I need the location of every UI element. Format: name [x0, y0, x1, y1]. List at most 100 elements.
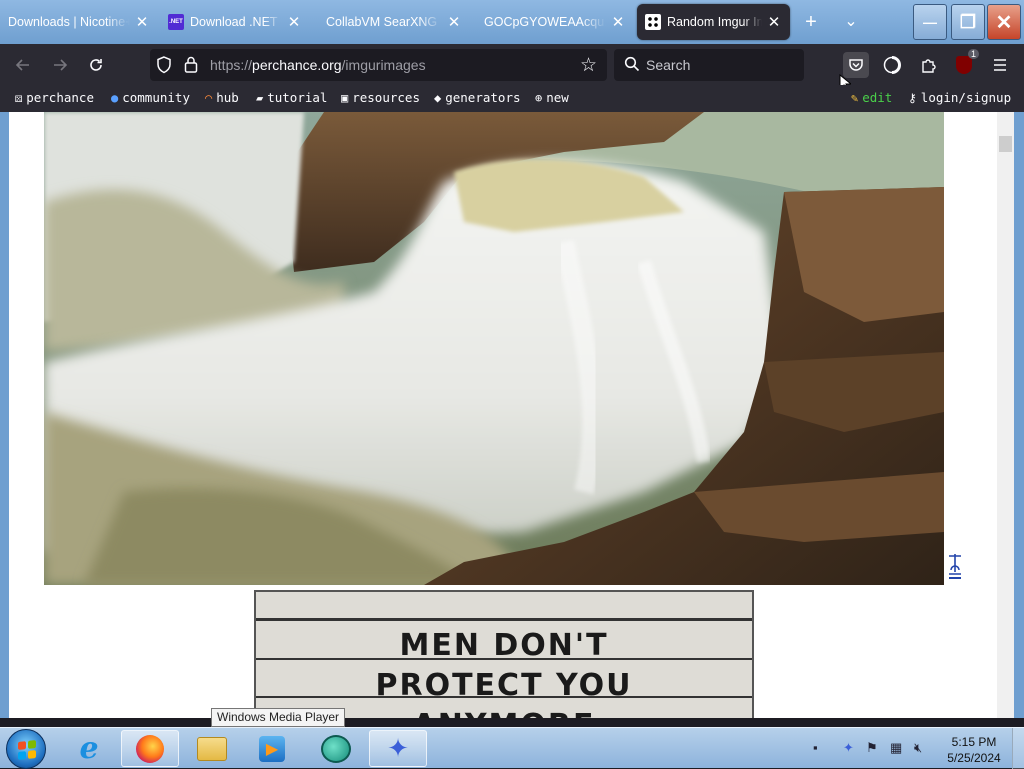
taskbar-file-explorer[interactable]	[183, 730, 241, 767]
tab-nicotine[interactable]: Downloads | Nicotine+ ✕	[0, 4, 158, 40]
scrollbar-thumb[interactable]	[999, 136, 1012, 152]
bookmark-star-icon[interactable]: ☆	[580, 54, 597, 77]
tab-random-imgur[interactable]: Random Imgur Im ✕	[637, 4, 790, 40]
marquee-sign-image[interactable]: MEN DON'T PROTECT YOU ANYMORE	[254, 590, 754, 718]
tab-close-icon[interactable]: ✕	[286, 13, 302, 31]
tag-icon: ◆	[434, 90, 442, 105]
list-all-tabs-button[interactable]: ⌄	[839, 10, 863, 34]
bookmarks-toolbar: ⚄ perchance ● community ◠ hub ▰ tutorial ▣ re…	[0, 85, 1024, 112]
show-desktop-button[interactable]	[1012, 728, 1024, 769]
app-menu-button[interactable]	[987, 52, 1013, 78]
perchance-dice-icon	[645, 14, 661, 30]
firefox-icon	[136, 734, 164, 763]
new-tab-button[interactable]: +	[799, 10, 823, 34]
tab-title: CollabVM SearXNG	[326, 15, 438, 29]
tab-title: Download .NET Fra	[190, 15, 282, 29]
bookmark-perchance[interactable]: ⚄ perchance	[15, 90, 94, 105]
bookmark-tutorial[interactable]: ▰ tutorial	[256, 90, 327, 105]
waterfall-image[interactable]	[44, 112, 944, 585]
tab-searxng[interactable]: CollabVM SearXNG ✕	[318, 4, 470, 40]
url-path: /imgurimages	[341, 57, 426, 73]
page-content: MEN DON'T PROTECT YOU ANYMORE	[9, 112, 997, 718]
scale-icon[interactable]	[944, 552, 966, 582]
ublock-icon	[956, 56, 972, 74]
arrow-right-icon	[54, 59, 68, 71]
network-icon[interactable]: ▦	[890, 740, 902, 756]
window-frame-right	[1014, 112, 1024, 718]
tab-title: Downloads | Nicotine+	[8, 15, 130, 29]
dotnet-icon: .NET	[168, 14, 184, 30]
bookmark-label: resources	[352, 90, 420, 105]
taskbar-tooltip: Windows Media Player	[211, 708, 346, 727]
rainbow-icon: ◠	[205, 90, 213, 105]
usb-icon[interactable]: ▪	[813, 740, 818, 755]
url-host: perchance.org	[252, 57, 342, 73]
search-bar[interactable]: Search	[614, 49, 804, 81]
internet-explorer-icon: e	[79, 731, 99, 766]
chat-bubble-icon	[321, 734, 351, 763]
clock-date: 5/25/2024	[947, 751, 1001, 765]
puzzle-icon	[921, 58, 936, 73]
login-signup-link[interactable]: ⚷ login/signup	[908, 90, 1011, 105]
taskbar-internet-explorer[interactable]: e	[60, 730, 118, 767]
forward-button[interactable]	[47, 52, 73, 78]
edit-label: edit	[862, 90, 893, 105]
tab-title: Random Imgur Im	[667, 15, 762, 29]
hamburger-menu-icon	[994, 59, 1006, 71]
close-icon: ✕	[995, 11, 1013, 34]
sync-button[interactable]	[879, 52, 905, 78]
pocket-icon	[849, 59, 863, 71]
bookmark-community[interactable]: ● community	[111, 90, 190, 105]
taskbar-bird-app[interactable]: ✦	[369, 730, 427, 767]
tab-close-icon[interactable]: ✕	[766, 13, 782, 31]
pencil-icon: ✎	[851, 90, 859, 105]
system-clock[interactable]: 5:15 PM 5/25/2024	[940, 734, 1008, 766]
reload-button[interactable]	[83, 52, 109, 78]
maximize-button[interactable]: ❐	[951, 4, 985, 40]
bookmark-hub[interactable]: ◠ hub	[205, 90, 239, 105]
edit-link[interactable]: ✎ edit	[851, 90, 892, 105]
close-window-button[interactable]: ✕	[987, 4, 1021, 40]
tab-title: GOCpGYOWEAAcqu.j	[484, 15, 606, 29]
taskbar-firefox[interactable]	[121, 730, 179, 767]
tab-dotnet[interactable]: .NET Download .NET Fra ✕	[160, 4, 310, 40]
tab-close-icon[interactable]: ✕	[134, 13, 150, 31]
bird-tray-icon[interactable]: ✦	[843, 740, 854, 756]
windows-logo-icon	[18, 740, 36, 760]
search-placeholder: Search	[646, 57, 691, 73]
account-circle-icon	[883, 56, 901, 74]
tab-close-icon[interactable]: ✕	[610, 13, 626, 31]
search-icon	[624, 56, 640, 77]
url-bar[interactable]: https://perchance.org/imgurimages ☆	[150, 49, 607, 81]
ublock-button[interactable]: 1	[951, 49, 979, 78]
restore-icon: ❐	[959, 11, 977, 32]
key-icon: ⚷	[908, 90, 917, 105]
tab-strip: Downloads | Nicotine+ ✕ .NET Download .N…	[0, 0, 1024, 44]
action-center-flag-icon[interactable]: ⚑	[866, 740, 878, 756]
start-button[interactable]	[6, 729, 46, 769]
lock-icon[interactable]	[184, 56, 198, 78]
tab-image[interactable]: GOCpGYOWEAAcqu.j ✕	[476, 4, 634, 40]
extensions-button[interactable]	[915, 52, 941, 78]
folder-icon	[197, 736, 227, 761]
login-label: login/signup	[920, 90, 1012, 105]
taskbar-chat-app[interactable]	[307, 730, 365, 767]
navigation-toolbar: https://perchance.org/imgurimages ☆ Sear…	[0, 44, 1024, 92]
shield-icon[interactable]	[156, 56, 172, 79]
url-scheme: https://	[210, 57, 253, 73]
minimize-button[interactable]: —	[913, 4, 947, 40]
sign-line-1: MEN DON'T	[399, 628, 609, 663]
extension-badge: 1	[967, 49, 979, 59]
clock-time: 5:15 PM	[951, 735, 997, 749]
bookmark-resources[interactable]: ▣ resources	[341, 90, 420, 105]
tab-close-icon[interactable]: ✕	[446, 13, 462, 31]
bookmark-generators[interactable]: ◆ generators	[434, 90, 521, 105]
media-player-icon: ▶	[259, 735, 285, 762]
volume-muted-icon[interactable]: 🔇︎	[914, 740, 922, 756]
bookmark-new[interactable]: ⊕ new	[535, 90, 569, 105]
window-frame-left	[0, 112, 9, 718]
vertical-scrollbar[interactable]	[997, 112, 1014, 718]
back-button[interactable]	[10, 52, 36, 78]
bookmark-label: community	[122, 90, 190, 105]
taskbar-windows-media-player[interactable]: ▶	[243, 730, 301, 767]
